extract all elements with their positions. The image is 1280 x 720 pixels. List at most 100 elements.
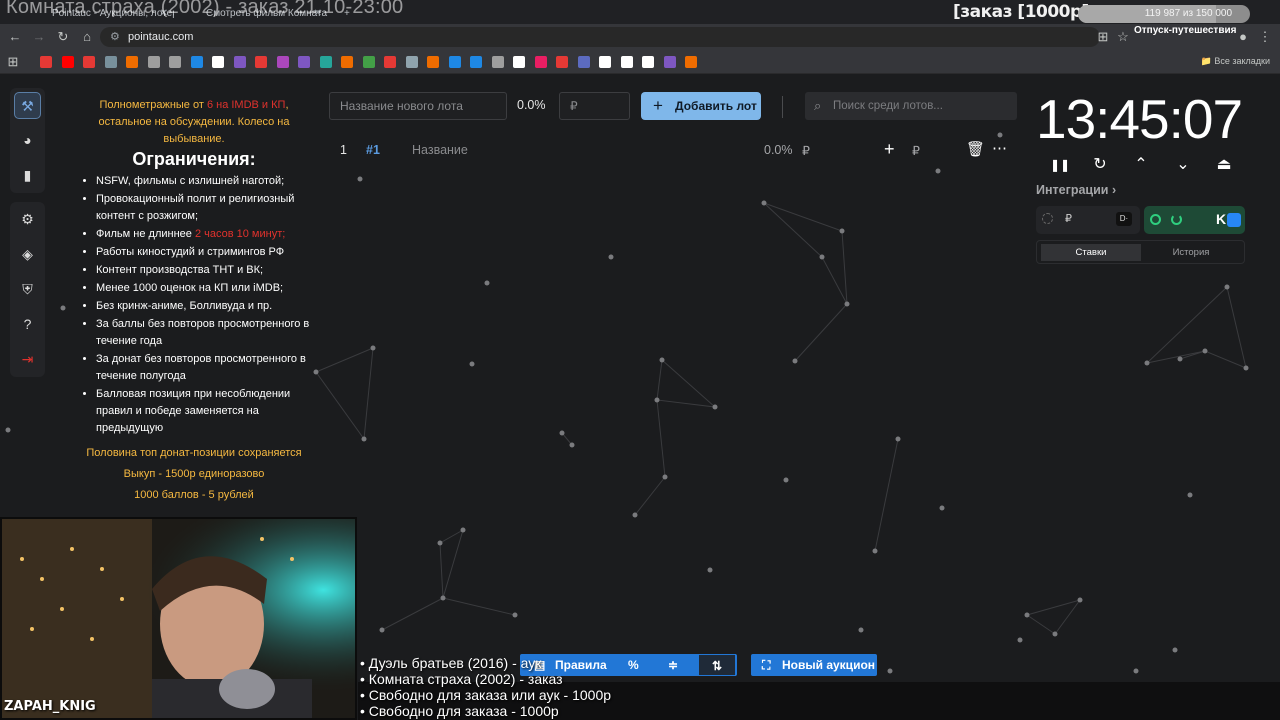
bookmark-favicon-icon[interactable]: [233, 56, 246, 68]
lot-currency: ₽: [802, 144, 810, 158]
restriction-item: Провокационный полит и религиозный конте…: [96, 191, 314, 225]
particle-dot: [440, 595, 446, 601]
bar-chart-icon[interactable]: ▮: [14, 162, 41, 189]
more-options-icon[interactable]: ⋯: [992, 139, 1007, 157]
particle-dot: [357, 176, 363, 182]
particle-dot: [608, 254, 614, 260]
forward-icon[interactable]: →: [30, 28, 48, 46]
search-icon: ⌕: [814, 98, 822, 113]
tab-bids[interactable]: Ставки: [1041, 244, 1141, 261]
bookmark-favicon-icon[interactable]: [427, 56, 439, 68]
bookmark-favicon-icon[interactable]: [534, 56, 547, 68]
pie-chart-icon[interactable]: ◕: [14, 127, 41, 154]
new-lot-name-input[interactable]: Название нового лота: [329, 92, 507, 120]
donation-integration[interactable]: ₽ D·: [1036, 206, 1140, 234]
translate-icon[interactable]: ⊞: [1094, 28, 1112, 46]
sort-icon[interactable]: ⇅: [698, 654, 736, 676]
bookmark-favicon-icon[interactable]: [169, 56, 181, 68]
particle-dot: [559, 430, 565, 436]
auction-hammer-icon[interactable]: ⚒: [14, 92, 41, 119]
particle-dot: [1133, 668, 1139, 674]
bookmark-favicon-icon[interactable]: [491, 56, 504, 68]
new-lot-amount-input[interactable]: ₽: [559, 92, 630, 120]
integrations-link[interactable]: Интеграции ›: [1036, 183, 1116, 197]
bookmark-favicon-icon[interactable]: [513, 56, 525, 68]
bookmark-favicon-icon[interactable]: [470, 56, 482, 68]
reload-icon[interactable]: ↻: [54, 28, 72, 46]
particle-dot: [872, 548, 878, 554]
apps-grid-icon[interactable]: ⊞: [4, 53, 22, 71]
new-auction-button[interactable]: ⛶ Новый аукцион: [751, 654, 877, 676]
pause-icon[interactable]: ❚❚: [1049, 154, 1071, 176]
bookmark-favicon-icon[interactable]: [599, 56, 611, 68]
layers-icon[interactable]: ◈: [14, 241, 41, 268]
particle-dot: [895, 436, 901, 442]
bookmark-favicon-icon[interactable]: [126, 56, 138, 68]
bookmark-favicon-icon[interactable]: [319, 56, 332, 68]
webcam-feed: [0, 517, 357, 720]
bookmark-favicon-icon[interactable]: [255, 56, 267, 68]
percent-icon[interactable]: %: [628, 654, 639, 676]
bookmark-favicon-icon[interactable]: [147, 56, 160, 68]
bookmark-favicon-icon[interactable]: [685, 56, 697, 68]
home-icon[interactable]: ⌂: [78, 28, 96, 46]
lot-name-field[interactable]: Название: [412, 143, 468, 157]
vk-badge-icon: [1227, 213, 1241, 227]
bookmark-favicon-icon[interactable]: [276, 56, 289, 68]
lot-row: 1 #1 Название 0.0% ₽ + ₽ 🗑 ⋯: [328, 137, 1018, 163]
logout-icon[interactable]: ⇥: [14, 346, 41, 373]
gear-icon[interactable]: ⚙: [14, 206, 41, 233]
particle-dot: [819, 254, 825, 260]
add-amount-icon[interactable]: +: [884, 139, 895, 160]
menu-icon[interactable]: ⋮: [1256, 28, 1274, 46]
rules-footer-line: 1000 баллов - 5 рублей: [134, 489, 254, 501]
shield-icon[interactable]: ⛨: [14, 276, 41, 303]
chevron-up-icon[interactable]: ⌃: [1130, 154, 1152, 176]
bookmark-favicon-icon[interactable]: [448, 56, 461, 68]
add-lot-label: Добавить лот: [675, 99, 757, 113]
particle-dot: [1187, 492, 1193, 498]
bookmark-favicon-icon[interactable]: [556, 56, 568, 68]
lot-search-input[interactable]: ⌕ Поиск среди лотов...: [805, 92, 1017, 120]
bookmark-favicon-icon[interactable]: [104, 56, 117, 68]
vk-integration[interactable]: K: [1144, 206, 1245, 234]
add-lot-button[interactable]: + Добавить лот: [641, 92, 761, 120]
particle-dot: [1144, 360, 1150, 366]
chevron-down-icon[interactable]: ⌄: [1172, 154, 1194, 176]
bookmark-favicon-icon[interactable]: [83, 56, 95, 68]
profile-icon[interactable]: ●: [1234, 28, 1252, 46]
new-auction-label: Новый аукцион: [782, 658, 876, 672]
bookmark-favicon-icon[interactable]: [663, 56, 676, 68]
bookmark-favicon-icon[interactable]: [190, 56, 203, 68]
bookmark-favicon-icon[interactable]: [40, 56, 52, 68]
all-bookmarks-label: Все закладки: [1214, 56, 1270, 66]
bookmark-favicon-icon[interactable]: [341, 56, 353, 68]
bookmark-favicon-icon[interactable]: [212, 56, 224, 68]
lot-amount-input[interactable]: ₽: [912, 143, 920, 158]
back-icon[interactable]: ←: [6, 28, 24, 46]
help-icon[interactable]: ?: [14, 311, 41, 338]
tab-history[interactable]: История: [1141, 244, 1241, 261]
bookmark-favicon-icon[interactable]: [405, 56, 418, 68]
url-field[interactable]: ⚙ pointauc.com: [100, 27, 1100, 47]
bookmark-favicon-icon[interactable]: [620, 56, 633, 68]
all-bookmarks-link[interactable]: 📁 Все закладки: [1201, 56, 1270, 67]
restriction-item: Без кринж-аниме, Болливуда и пр.: [96, 298, 314, 315]
bookmark-favicon-icon[interactable]: [61, 56, 74, 68]
bookmark-favicon-icon[interactable]: [384, 56, 396, 68]
bookmark-favicon-icon[interactable]: [362, 56, 375, 68]
split-icon[interactable]: ≑: [668, 654, 678, 676]
particle-dot: [844, 301, 850, 307]
eject-icon[interactable]: ⏏: [1213, 154, 1235, 176]
particle-dot: [662, 474, 668, 480]
restrictions-heading: Ограничения:: [132, 149, 256, 169]
bookmark-favicon-icon[interactable]: [642, 56, 654, 68]
delete-lot-icon[interactable]: 🗑: [966, 140, 985, 158]
plus-icon: +: [653, 96, 663, 115]
particle-dot: [887, 668, 893, 674]
restart-icon[interactable]: ↻: [1089, 154, 1111, 176]
bookmark-favicon-icon[interactable]: [298, 56, 310, 68]
bookmark-star-icon[interactable]: ☆: [1114, 28, 1132, 46]
site-info-icon[interactable]: ⚙: [110, 27, 120, 47]
bookmark-favicon-icon[interactable]: [577, 56, 590, 68]
